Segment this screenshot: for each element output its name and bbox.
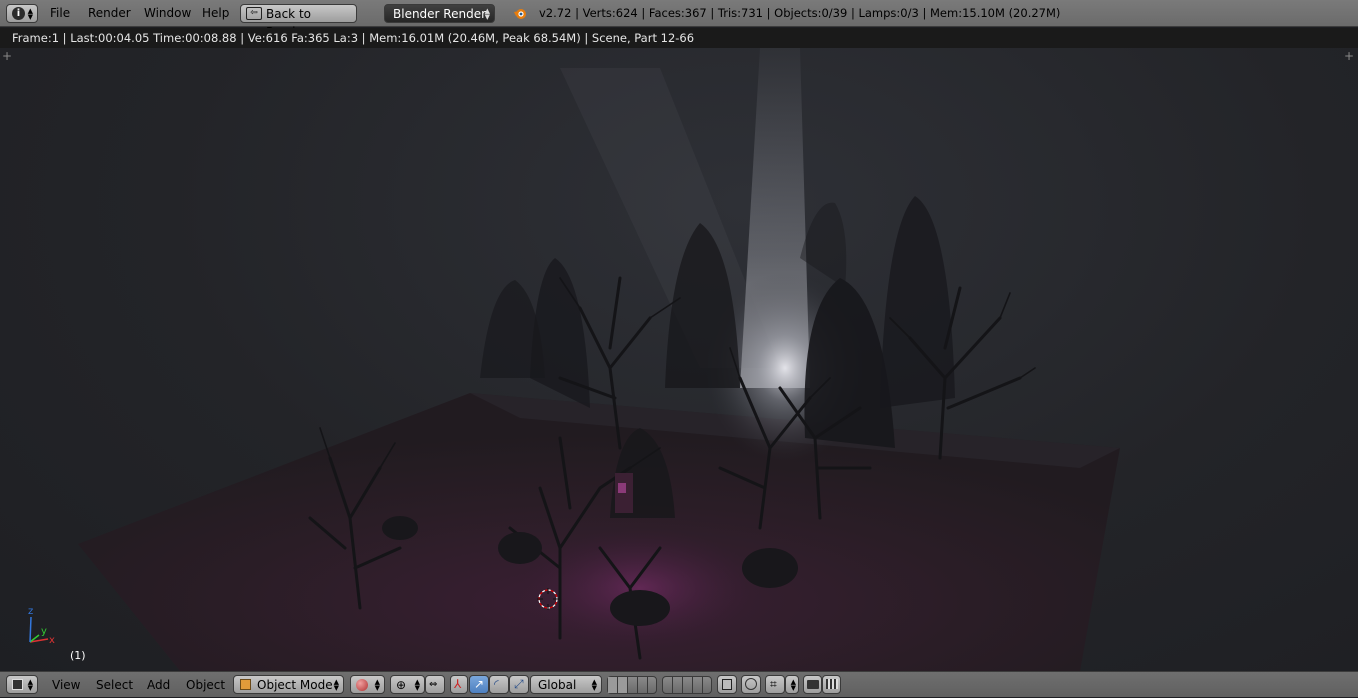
layer-button[interactable]: [618, 677, 628, 693]
scale-manipulator-button[interactable]: ⤢: [509, 675, 529, 694]
info-header: i ▲▼ File Render Window Help ⇦ Back to P…: [0, 0, 1358, 39]
chevron-updown-icon: ▲ ▼: [333, 677, 339, 692]
axis-y-label: y: [41, 626, 47, 637]
menu-add[interactable]: Add: [147, 672, 170, 698]
translate-arrow-icon: ↗: [474, 677, 485, 691]
menu-render[interactable]: Render: [88, 0, 131, 27]
back-to-previous-button[interactable]: ⇦ Back to Previous: [240, 4, 357, 39]
chevron-updown-icon: ▲ ▼: [27, 6, 33, 21]
info-icon: i: [12, 7, 25, 20]
scale-icon: ⤢: [514, 677, 524, 691]
interaction-mode-value: Object Mode: [257, 678, 333, 692]
render-engine-value: Blender Render: [393, 7, 487, 21]
manipulator-toggle[interactable]: ⅄: [450, 675, 468, 694]
layer-button[interactable]: [683, 677, 693, 693]
object-cube-icon: [240, 679, 251, 690]
manipulator-icon: ⅄: [454, 677, 462, 691]
layer-button[interactable]: [673, 677, 683, 693]
transform-orientation-value: Global: [538, 678, 577, 692]
cube-view-icon: [12, 679, 23, 690]
clapperboard-icon: [826, 679, 838, 689]
center-points-icon: ⇔: [429, 679, 438, 690]
3d-cursor-icon[interactable]: [537, 588, 559, 610]
rotate-manipulator-button[interactable]: ◜: [489, 675, 509, 694]
menu-file[interactable]: File: [50, 0, 70, 27]
chevron-updown-icon: ▲ ▼: [484, 6, 490, 21]
pivot-icon: ⊕: [396, 678, 407, 692]
layer-button[interactable]: [638, 677, 648, 693]
snap-magnet-icon: ⌗: [770, 677, 777, 691]
chevron-updown-icon: ▲ ▼: [591, 677, 597, 692]
axis-z-label: z: [28, 606, 34, 617]
transform-orientation-select[interactable]: Global ▲ ▼: [530, 675, 602, 694]
menu-help[interactable]: Help: [202, 0, 229, 27]
chevron-updown-icon: ▲ ▼: [790, 677, 796, 692]
editor-type-button[interactable]: i ▲ ▼: [6, 4, 38, 23]
scene-stats: v2.72 | Verts:624 | Faces:367 | Tris:731…: [539, 6, 1061, 20]
menu-object[interactable]: Object: [186, 672, 225, 698]
layer-button[interactable]: [628, 677, 638, 693]
layer-buttons-group-2[interactable]: [662, 676, 712, 694]
menu-select[interactable]: Select: [96, 672, 133, 698]
shading-sphere-icon: [356, 679, 368, 691]
layer-buttons-group-1[interactable]: [607, 676, 657, 694]
interaction-mode-select[interactable]: Object Mode ▲ ▼: [233, 675, 344, 694]
axis-x-label: x: [49, 635, 55, 646]
layer-button[interactable]: [608, 677, 618, 693]
render-info-text: Frame:1 | Last:00:04.05 Time:00:08.88 | …: [12, 31, 695, 45]
proportional-edit-icon: [745, 678, 757, 690]
layer-button[interactable]: [663, 677, 673, 693]
back-arrow-icon: ⇦: [246, 7, 262, 20]
menu-window[interactable]: Window: [144, 0, 191, 27]
snap-element-select[interactable]: ▲ ▼: [785, 675, 799, 694]
opengl-render-image-button[interactable]: [803, 675, 822, 694]
layer-button[interactable]: [693, 677, 703, 693]
camera-render-icon: [807, 680, 819, 689]
editor-type-button[interactable]: ▲ ▼: [6, 675, 38, 694]
opengl-render-animation-button[interactable]: [822, 675, 841, 694]
menu-view[interactable]: View: [52, 672, 80, 698]
render-info-bar: Frame:1 | Last:00:04.05 Time:00:08.88 | …: [0, 28, 1358, 48]
chevron-updown-icon: ▲ ▼: [414, 677, 420, 692]
pivot-point-select[interactable]: ⊕ ▲ ▼: [390, 675, 425, 694]
chevron-updown-icon: ▲ ▼: [27, 677, 33, 692]
3d-view-header: ▲ ▼ View Select Add Object Object Mode ▲ ▼…: [0, 671, 1358, 697]
axis-gizmo-icon: x y z: [22, 606, 62, 648]
3d-viewport[interactable]: + + x y z (1): [0, 48, 1358, 671]
blender-logo-icon: [513, 7, 527, 21]
render-engine-select[interactable]: Blender Render ▲ ▼: [384, 4, 495, 23]
snap-toggle-button[interactable]: ⌗: [765, 675, 785, 694]
rendered-scene: [78, 48, 1120, 671]
manipulate-center-button[interactable]: ⇔: [425, 675, 445, 694]
proportional-edit-button[interactable]: [741, 675, 761, 694]
frame-number-label: (1): [70, 649, 86, 662]
lock-layers-button[interactable]: [717, 675, 737, 694]
layers-lock-icon: [722, 679, 732, 690]
chevron-updown-icon: ▲ ▼: [374, 677, 380, 692]
rotate-arc-icon: ◜: [494, 677, 499, 691]
translate-manipulator-button[interactable]: ↗: [469, 675, 489, 694]
viewport-shading-select[interactable]: ▲ ▼: [350, 675, 385, 694]
